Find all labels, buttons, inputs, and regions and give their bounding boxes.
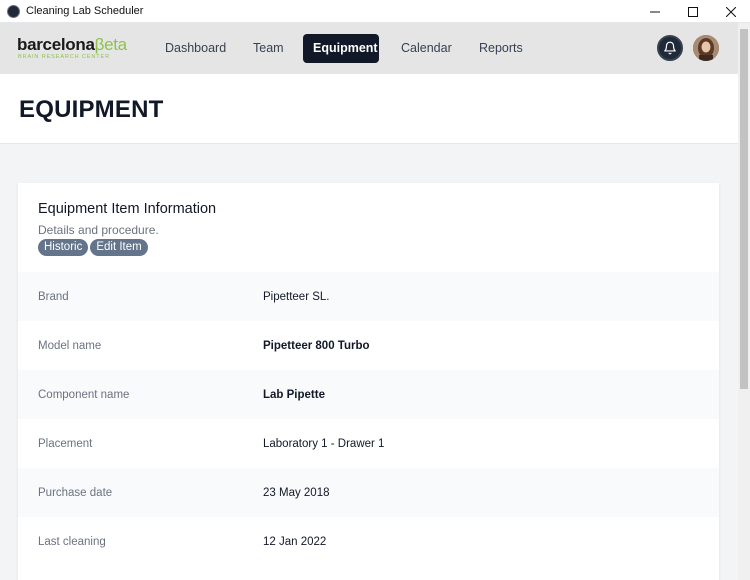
top-navbar: barcelonaβeta BRAIN RESEARCH CENTER Dash…: [0, 23, 750, 74]
logo-wordmark: barcelonaβeta: [17, 35, 127, 54]
detail-value: 12 Jan 2022: [263, 535, 327, 548]
notifications-button[interactable]: [657, 35, 683, 61]
equipment-info-card: Equipment Item Information Details and p…: [18, 183, 719, 580]
nav-item-team[interactable]: Team: [243, 34, 290, 63]
vertical-scrollbar[interactable]: [738, 23, 750, 580]
avatar-image: [693, 35, 719, 61]
card-actions: Historic Edit Item: [38, 239, 148, 256]
close-window-button[interactable]: [712, 0, 750, 23]
detail-row-last-cleaning: Last cleaning 12 Jan 2022: [18, 517, 719, 566]
minimize-button[interactable]: [636, 0, 674, 23]
detail-row-placement: Placement Laboratory 1 - Drawer 1: [18, 419, 719, 468]
window-title: Cleaning Lab Scheduler: [26, 5, 144, 17]
detail-value: 23 May 2018: [263, 486, 330, 499]
detail-label: Last cleaning: [38, 535, 106, 548]
main-content: Equipment Item Information Details and p…: [0, 145, 738, 580]
detail-value: Pipetteer SL.: [263, 290, 330, 303]
nav-item-reports[interactable]: Reports: [469, 34, 530, 63]
user-avatar[interactable]: [693, 35, 719, 61]
edit-item-button[interactable]: Edit Item: [90, 239, 148, 256]
bell-icon: [664, 41, 676, 55]
brand-logo[interactable]: barcelonaβeta BRAIN RESEARCH CENTER: [17, 35, 127, 61]
detail-label: Purchase date: [38, 486, 113, 499]
window-titlebar: Cleaning Lab Scheduler: [0, 0, 750, 23]
detail-value: Lab Pipette: [263, 388, 325, 401]
page-title: EQUIPMENT: [19, 96, 164, 123]
detail-label: Model name: [38, 339, 102, 352]
nav-item-calendar[interactable]: Calendar: [391, 34, 457, 63]
scrollbar-thumb[interactable]: [740, 29, 748, 389]
page-header: EQUIPMENT: [0, 74, 738, 144]
detail-label: Placement: [38, 437, 93, 450]
minimize-icon: [650, 11, 660, 12]
historic-button[interactable]: Historic: [38, 239, 89, 256]
detail-row-brand: Brand Pipetteer SL.: [18, 272, 719, 321]
detail-label: Component name: [38, 388, 130, 401]
nav-item-equipment[interactable]: Equipment: [303, 34, 379, 63]
logo-name-main: barcelona: [17, 35, 95, 54]
maximize-icon: [688, 6, 698, 17]
card-subtitle: Details and procedure.: [38, 223, 159, 237]
logo-tagline: BRAIN RESEARCH CENTER: [18, 54, 110, 60]
detail-label: Brand: [38, 290, 69, 303]
detail-row-purchase-date: Purchase date 23 May 2018: [18, 468, 719, 517]
detail-row-model-name: Model name Pipetteer 800 Turbo: [18, 321, 719, 370]
detail-row-component-name: Component name Lab Pipette: [18, 370, 719, 419]
card-title: Equipment Item Information: [38, 201, 217, 217]
app-icon: [7, 4, 20, 18]
nav-item-dashboard[interactable]: Dashboard: [155, 34, 230, 63]
detail-value: Laboratory 1 - Drawer 1: [263, 437, 385, 450]
window-controls: [636, 0, 750, 23]
details-list: Brand Pipetteer SL. Model name Pipetteer…: [18, 272, 719, 566]
detail-value: Pipetteer 800 Turbo: [263, 339, 370, 352]
close-icon: [726, 6, 736, 17]
logo-name-accent: βeta: [94, 35, 128, 54]
maximize-button[interactable]: [674, 0, 712, 23]
